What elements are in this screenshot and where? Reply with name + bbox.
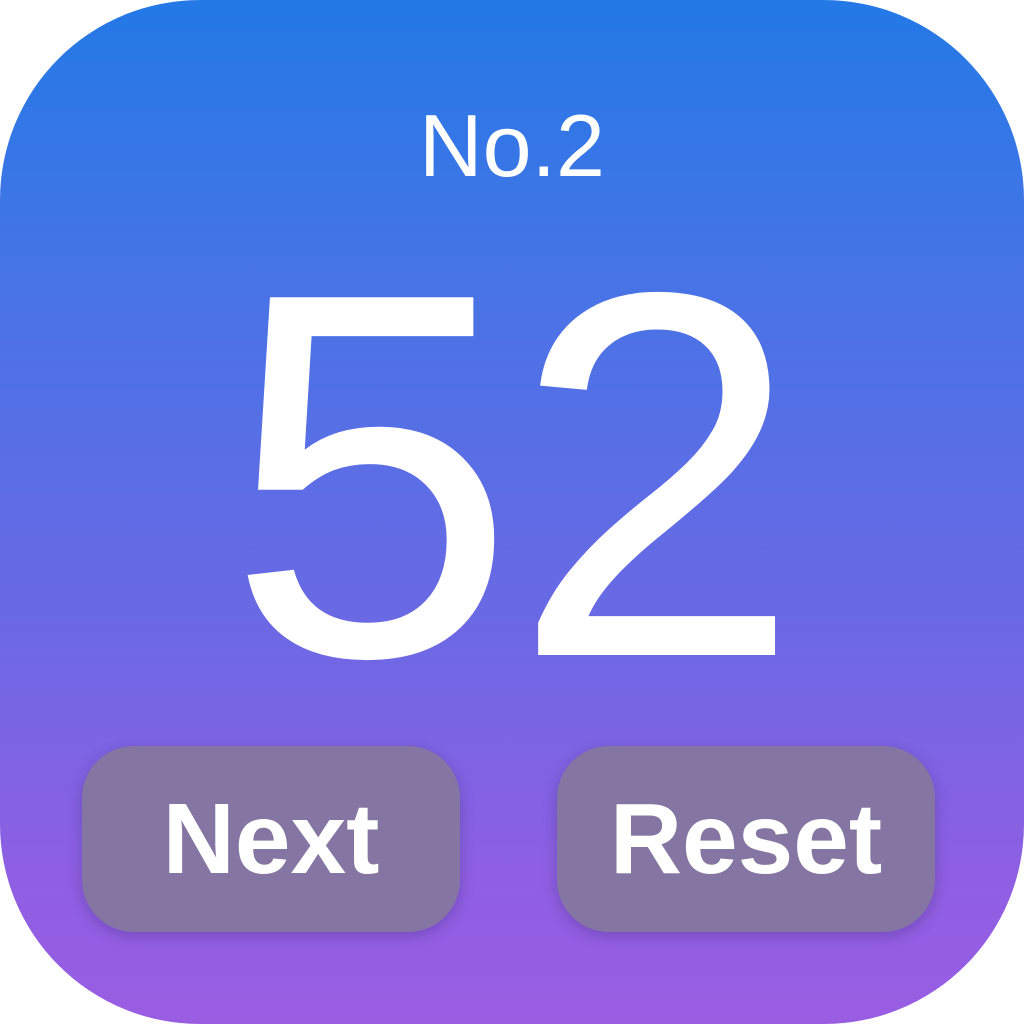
counter-label: No.2 xyxy=(419,96,605,195)
counter-value: 52 xyxy=(226,185,801,766)
counter-widget: No.2 52 Next Reset xyxy=(0,0,1024,1024)
next-button[interactable]: Next xyxy=(82,746,460,932)
reset-button[interactable]: Reset xyxy=(557,746,935,932)
